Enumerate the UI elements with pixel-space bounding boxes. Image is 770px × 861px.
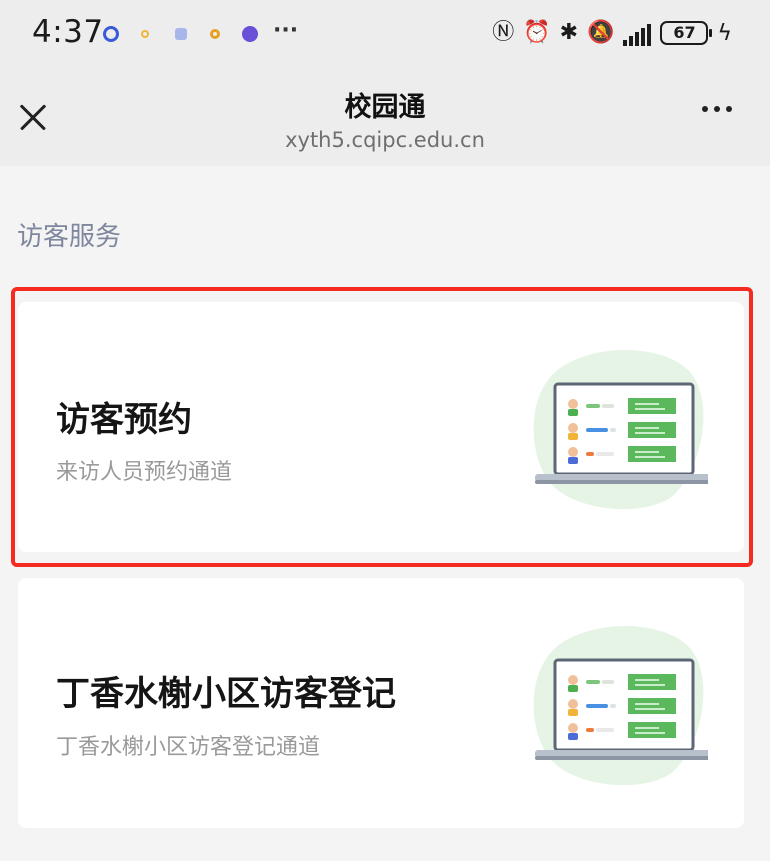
community-visitor-registration-card[interactable]: 丁香水榭小区访客登记 丁香水榭小区访客登记通道 (18, 578, 744, 828)
charging-icon: ϟ (717, 20, 732, 46)
notification-app-icon (141, 30, 149, 38)
status-bar: 4:37 ··· Ⓝ ⏰ ✱ 🔕 67 ϟ (0, 0, 770, 70)
signal-icon (623, 20, 652, 46)
notification-app-icon (210, 29, 220, 39)
title-bar: 校园通 xyth5.cqipc.edu.cn (0, 70, 770, 166)
notification-app-icon (242, 26, 258, 42)
more-notifications-icon: ··· (273, 18, 299, 43)
notification-app-icon (175, 28, 187, 40)
page-url: xyth5.cqipc.edu.cn (285, 128, 485, 152)
notification-app-icon (103, 26, 119, 42)
nfc-icon: Ⓝ (492, 20, 515, 45)
mute-icon: 🔕 (587, 20, 615, 45)
card-title: 丁香水榭小区访客登记 (56, 674, 396, 714)
card-subtitle: 丁香水榭小区访客登记通道 (56, 735, 321, 760)
page-title: 校园通 (344, 92, 426, 123)
status-time: 4:37 (32, 14, 104, 50)
laptop-illustration-icon (533, 625, 708, 786)
highlight-box (11, 287, 753, 567)
bluetooth-icon: ✱ (559, 20, 579, 45)
section-title: 访客服务 (17, 222, 122, 252)
alarm-icon: ⏰ (523, 20, 551, 45)
battery-icon: 67 (660, 21, 713, 45)
more-options-icon[interactable] (702, 106, 732, 112)
